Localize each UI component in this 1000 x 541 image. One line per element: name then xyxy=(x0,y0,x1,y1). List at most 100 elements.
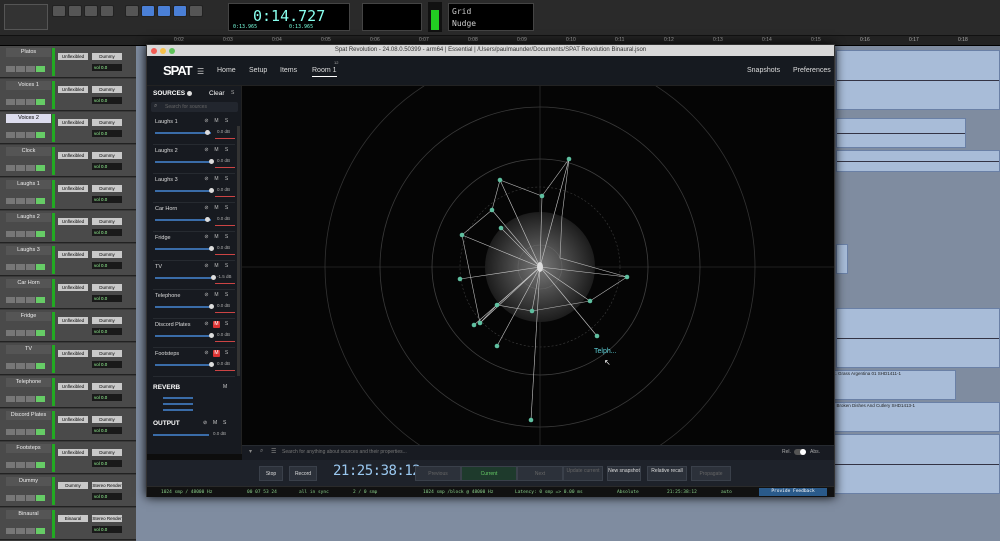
solo-icon[interactable] xyxy=(26,198,35,204)
record-enable-icon[interactable] xyxy=(6,528,15,534)
source-edit-icon[interactable]: ⊘ xyxy=(203,263,210,270)
grid-nudge-panel[interactable]: Grid Nudge xyxy=(448,3,534,31)
chevron-down-icon[interactable]: ▾ xyxy=(249,448,252,455)
track-volume[interactable]: vol 0.0 xyxy=(92,361,122,368)
source-edit-icon[interactable]: ⊘ xyxy=(203,205,210,212)
output-slider[interactable] xyxy=(153,434,209,436)
track-insert-2[interactable]: Stereo Render xyxy=(92,482,122,489)
slider-knob[interactable] xyxy=(205,217,210,222)
track-header[interactable]: Discord Plates Unflexibled Dummy vol 0.0 xyxy=(0,409,136,441)
window-titlebar[interactable]: Spat Revolution - 24.08.0.50399 - arm64 … xyxy=(147,45,834,56)
source-edit-icon[interactable]: ⊘ xyxy=(203,176,210,183)
new-snapshot-button[interactable]: New snapshot xyxy=(607,466,641,481)
record-enable-icon[interactable] xyxy=(6,66,15,72)
source-mute-icon[interactable]: M xyxy=(213,176,220,183)
solo-icon[interactable] xyxy=(26,462,35,468)
menu-icon[interactable]: ☰ xyxy=(197,67,204,76)
trim-tool-icon[interactable] xyxy=(68,5,82,17)
mute-icon[interactable] xyxy=(36,363,45,369)
trim-icon[interactable] xyxy=(141,5,155,17)
track-volume[interactable]: vol 0.0 xyxy=(92,493,122,500)
source-edit-icon[interactable]: ⊘ xyxy=(203,350,210,357)
solo-icon[interactable] xyxy=(26,429,35,435)
sources-toggle-icon[interactable] xyxy=(187,91,192,96)
slider-knob[interactable] xyxy=(209,333,214,338)
source-dot[interactable] xyxy=(624,274,630,280)
input-monitor-icon[interactable] xyxy=(16,528,25,534)
select-tool-icon[interactable] xyxy=(84,5,98,17)
previous-button[interactable]: Previous xyxy=(415,466,461,481)
audio-clip[interactable] xyxy=(836,244,848,274)
track-header[interactable]: Laughs 2 Unflexibled Dummy vol 0.0 xyxy=(0,211,136,243)
slider-knob[interactable] xyxy=(209,362,214,367)
source-solo-icon[interactable]: S xyxy=(223,234,230,241)
track-header[interactable]: Laughs 1 Unflexibled Dummy vol 0.0 xyxy=(0,178,136,210)
track-insert-2[interactable]: Dummy xyxy=(92,416,122,423)
source-dot[interactable] xyxy=(489,207,495,213)
track-insert-1[interactable]: Unflexibled xyxy=(58,350,88,357)
source-solo-icon[interactable]: S xyxy=(223,118,230,125)
edit-mode-panel[interactable] xyxy=(4,4,48,30)
source-solo-icon[interactable]: S xyxy=(223,205,230,212)
close-icon[interactable] xyxy=(151,48,157,54)
source-mute-icon[interactable]: M xyxy=(213,234,220,241)
source-dot[interactable] xyxy=(494,343,500,349)
track-name[interactable]: Car Horn xyxy=(6,279,51,288)
clear-button[interactable]: Clear xyxy=(209,90,225,97)
selector-icon[interactable] xyxy=(157,5,171,17)
record-enable-icon[interactable] xyxy=(6,396,15,402)
mute-icon[interactable] xyxy=(36,396,45,402)
source-row[interactable]: TV ⊘ M S -1.5 dB xyxy=(153,261,235,290)
track-volume[interactable]: vol 0.0 xyxy=(92,262,122,269)
mute-icon[interactable] xyxy=(36,528,45,534)
source-dot[interactable] xyxy=(457,276,463,282)
nav-items[interactable]: Items xyxy=(280,67,297,74)
source-scrollbar[interactable] xyxy=(237,126,240,376)
source-row[interactable]: Car Horn ⊘ M S 0.0 dB xyxy=(153,203,235,232)
solo-icon[interactable] xyxy=(26,495,35,501)
pencil-icon[interactable] xyxy=(189,5,203,17)
record-enable-icon[interactable] xyxy=(6,495,15,501)
track-name[interactable]: Laughs 2 xyxy=(6,213,51,222)
track-insert-1[interactable]: Binaural xyxy=(58,515,88,522)
track-insert-2[interactable]: Dummy xyxy=(92,350,122,357)
source-dot[interactable] xyxy=(459,232,465,238)
track-insert-2[interactable]: Dummy xyxy=(92,53,122,60)
nav-room-1[interactable]: Room 1 xyxy=(312,67,337,77)
nudge-display[interactable] xyxy=(362,3,422,31)
track-name[interactable]: Laughs 3 xyxy=(6,246,51,255)
track-insert-2[interactable]: Dummy xyxy=(92,383,122,390)
nav-setup[interactable]: Setup xyxy=(249,67,267,74)
track-header[interactable]: Binaural Binaural Stereo Render vol 0.0 xyxy=(0,508,136,540)
source-dot[interactable] xyxy=(539,193,545,199)
record-enable-icon[interactable] xyxy=(6,462,15,468)
track-insert-1[interactable]: Unflexibled xyxy=(58,251,88,258)
track-volume[interactable]: vol 0.0 xyxy=(92,97,122,104)
track-name[interactable]: Clock xyxy=(6,147,51,156)
source-dot[interactable] xyxy=(587,298,593,304)
track-name[interactable]: Telephone xyxy=(6,378,51,387)
input-monitor-icon[interactable] xyxy=(16,66,25,72)
track-insert-1[interactable]: Unflexibled xyxy=(58,383,88,390)
mute-icon[interactable] xyxy=(36,462,45,468)
zoom-tool-icon[interactable] xyxy=(52,5,66,17)
provide-feedback-button[interactable]: Provide Feedback xyxy=(759,488,827,496)
mute-icon[interactable] xyxy=(36,495,45,501)
propagate-button[interactable]: Propagate xyxy=(691,466,731,481)
record-enable-icon[interactable] xyxy=(6,330,15,336)
mute-icon[interactable] xyxy=(36,264,45,270)
track-insert-2[interactable]: Dummy xyxy=(92,317,122,324)
audio-clip[interactable] xyxy=(836,50,1000,110)
solo-icon[interactable] xyxy=(26,330,35,336)
source-mute-icon[interactable]: M xyxy=(213,350,220,357)
solo-icon[interactable] xyxy=(26,165,35,171)
track-insert-1[interactable]: Unflexibled xyxy=(58,185,88,192)
track-header[interactable]: Telephone Unflexibled Dummy vol 0.0 xyxy=(0,376,136,408)
track-insert-1[interactable]: Unflexibled xyxy=(58,119,88,126)
source-row[interactable]: Discord Plates ⊘ M S 0.0 dB xyxy=(153,319,235,348)
solo-icon[interactable] xyxy=(26,231,35,237)
output-edit-icon[interactable]: ⊘ xyxy=(203,420,207,426)
track-header[interactable]: Platos Unflexibled Dummy vol 0.0 xyxy=(0,46,136,78)
stop-button[interactable]: Stop xyxy=(259,466,283,481)
track-name[interactable]: Footsteps xyxy=(6,444,51,453)
